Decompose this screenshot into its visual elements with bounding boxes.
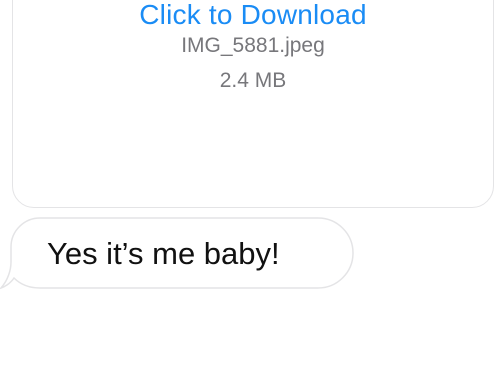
message-text: Yes it’s me baby! — [47, 236, 280, 271]
attachment-file-size: 2.4 MB — [219, 69, 287, 92]
download-link[interactable]: Click to Download — [13, 0, 493, 32]
attachment-message-bubble[interactable]: Click to Download IMG_5881.jpeg 2.4 MB — [12, 0, 494, 208]
attachment-file-name: IMG_5881.jpeg — [181, 34, 325, 57]
incoming-message-row: Yes it’s me baby! — [0, 214, 370, 294]
conversation-view: Click to Download IMG_5881.jpeg 2.4 MB Y… — [0, 0, 497, 385]
